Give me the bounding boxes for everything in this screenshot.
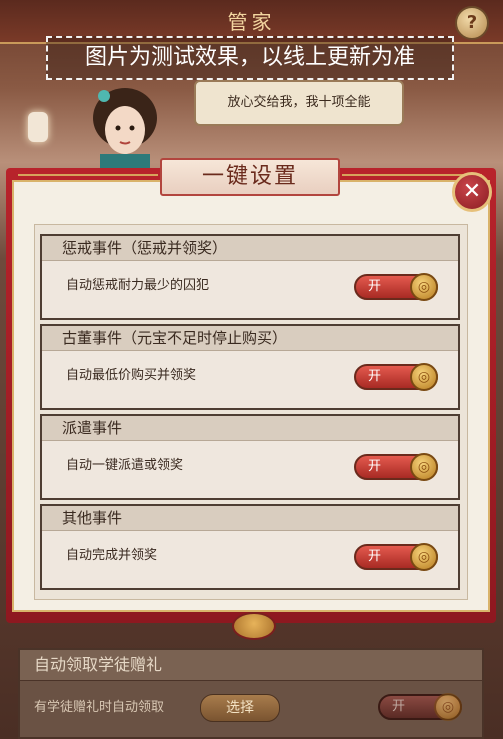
toggle-label: 开 bbox=[368, 279, 382, 294]
apprentice-gift-panel: 自动领取学徒赠礼 有学徒赠礼时自动领取 选择 开 ◎ bbox=[18, 648, 484, 739]
coin-knob-icon: ◎ bbox=[410, 543, 438, 571]
section-desc: 自动惩戒耐力最少的囚犯 bbox=[66, 278, 210, 293]
help-icon[interactable]: ? bbox=[455, 6, 489, 40]
section-antique: 古董事件（元宝不足时停止购买） 自动最低价购买并领奖 开 ◎ bbox=[40, 324, 460, 410]
section-title: 派遣事件 bbox=[62, 419, 123, 437]
section-dispatch: 派遣事件 自动一键派遣或领奖 开 ◎ bbox=[40, 414, 460, 500]
toggle-switch[interactable]: 开 ◎ bbox=[354, 273, 438, 301]
toggle-label: 开 bbox=[368, 459, 382, 474]
section-other: 其他事件 自动完成并领奖 开 ◎ bbox=[40, 504, 460, 590]
title-ornament-left bbox=[18, 174, 158, 176]
toggle-switch[interactable]: 开 ◎ bbox=[354, 363, 438, 391]
speech-bubble: 放心交给我，我十项全能 bbox=[194, 80, 404, 126]
toggle-label: 开 bbox=[368, 369, 382, 384]
section-header: 古董事件（元宝不足时停止购买） bbox=[42, 326, 458, 351]
coin-knob-icon: ◎ bbox=[434, 693, 462, 721]
toggle-switch[interactable]: 开 ◎ bbox=[354, 453, 438, 481]
section-header: 自动领取学徒赠礼 bbox=[20, 650, 482, 681]
section-header: 其他事件 bbox=[42, 506, 458, 531]
section-header: 惩戒事件（惩戒并领奖） bbox=[42, 236, 458, 261]
dialog-title: 一键设置 bbox=[160, 158, 340, 196]
scroll-knot-ornament bbox=[232, 612, 276, 640]
lantern-decoration bbox=[28, 112, 48, 142]
page-title: 管家 bbox=[227, 10, 276, 34]
toggle-switch[interactable]: 开 ◎ bbox=[354, 543, 438, 571]
toggle-label: 开 bbox=[392, 699, 406, 714]
section-title: 惩戒事件（惩戒并领奖） bbox=[62, 239, 228, 257]
section-header: 派遣事件 bbox=[42, 416, 458, 441]
coin-knob-icon: ◎ bbox=[410, 363, 438, 391]
close-icon[interactable]: ✕ bbox=[452, 172, 492, 212]
section-desc: 有学徒赠礼时自动领取 bbox=[34, 700, 165, 715]
section-desc: 自动完成并领奖 bbox=[66, 548, 158, 563]
coin-knob-icon: ◎ bbox=[410, 273, 438, 301]
section-desc: 自动最低价购买并领奖 bbox=[66, 368, 197, 383]
section-title: 自动领取学徒赠礼 bbox=[34, 655, 163, 674]
section-title: 其他事件 bbox=[62, 509, 123, 527]
section-title: 古董事件（元宝不足时停止购买） bbox=[62, 329, 288, 347]
section-punish: 惩戒事件（惩戒并领奖） 自动惩戒耐力最少的囚犯 开 ◎ bbox=[40, 234, 460, 320]
toggle-switch[interactable]: 开 ◎ bbox=[378, 693, 462, 721]
test-notice-banner: 图片为测试效果，以线上更新为准 bbox=[46, 36, 454, 80]
coin-knob-icon: ◎ bbox=[410, 453, 438, 481]
toggle-label: 开 bbox=[368, 549, 382, 564]
section-desc: 自动一键派遣或领奖 bbox=[66, 458, 184, 473]
choose-button[interactable]: 选择 bbox=[200, 694, 280, 722]
